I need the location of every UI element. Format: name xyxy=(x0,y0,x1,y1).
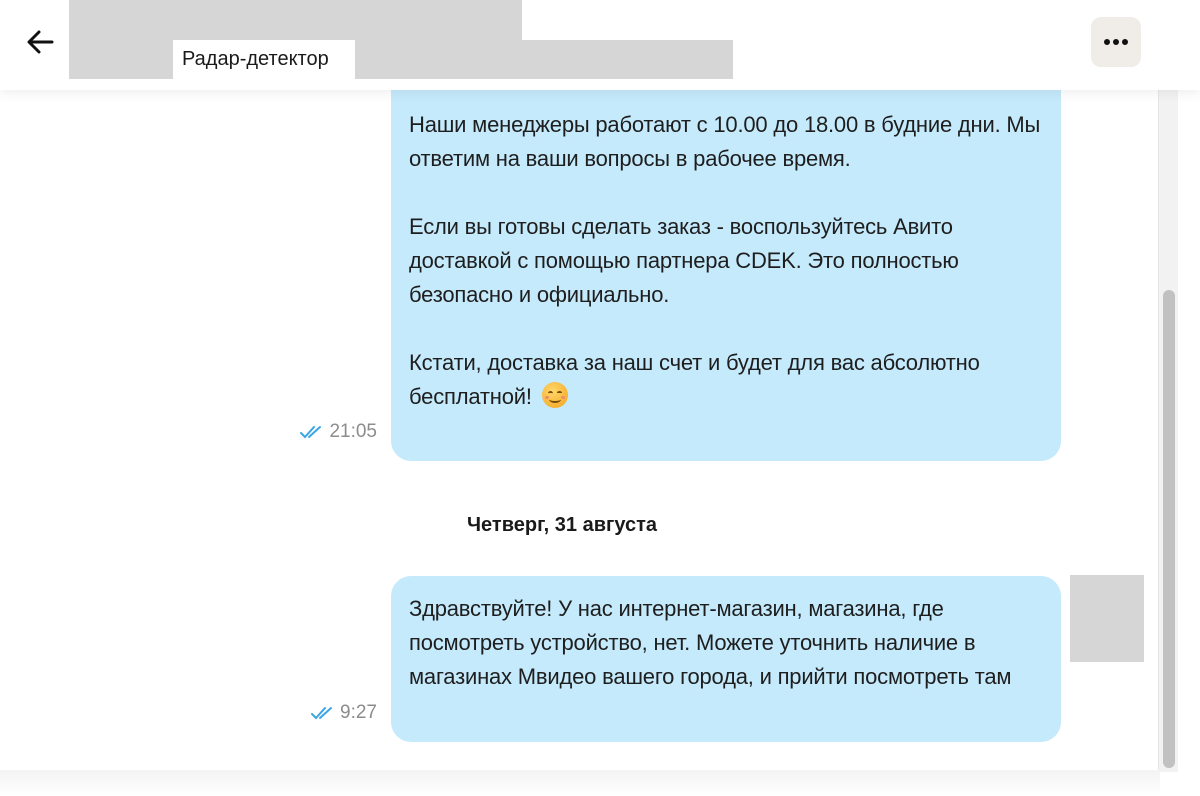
redacted-info xyxy=(69,40,173,79)
more-horizontal-icon xyxy=(1104,39,1128,45)
double-check-icon xyxy=(300,426,322,439)
arrow-left-icon xyxy=(27,30,54,54)
message-paragraph: Наши менеджеры работают с 10.00 до 18.00… xyxy=(409,112,1041,171)
message-text: Кстати, доставка за наш счет и будет для… xyxy=(409,350,980,409)
message-time: 21:05 xyxy=(329,421,377,442)
message-paragraph: Кстати, доставка за наш счет и будет для… xyxy=(409,346,1043,414)
redacted-price xyxy=(355,40,733,79)
message-paragraph: Если вы готовы сделать заказ - воспользу… xyxy=(409,214,959,307)
chat-page: Радар-детектор Наши менеджеры работают с… xyxy=(0,0,1200,796)
more-options-button[interactable] xyxy=(1091,17,1141,67)
smiling-face-icon xyxy=(541,382,568,408)
scrollbar-thumb[interactable] xyxy=(1163,290,1175,768)
bottom-divider xyxy=(0,770,1160,796)
message-bubble[interactable]: Наши менеджеры работают с 10.00 до 18.00… xyxy=(391,68,1061,461)
redacted-avatar xyxy=(1070,575,1144,662)
ad-title[interactable]: Радар-детектор xyxy=(173,40,355,79)
date-separator: Четверг, 31 августа xyxy=(467,514,657,536)
redacted-user-name xyxy=(69,0,522,40)
chat-header: Радар-детектор xyxy=(0,0,1200,90)
message-paragraph: Здравствуйте! У нас интернет-магазин, ма… xyxy=(409,596,1012,689)
double-check-icon xyxy=(311,707,333,720)
message-bubble[interactable]: Здравствуйте! У нас интернет-магазин, ма… xyxy=(391,576,1061,742)
message-time: 9:27 xyxy=(340,702,377,723)
message-meta: 21:05 xyxy=(300,421,377,443)
message-meta: 9:27 xyxy=(311,702,377,724)
back-button[interactable] xyxy=(18,22,62,62)
